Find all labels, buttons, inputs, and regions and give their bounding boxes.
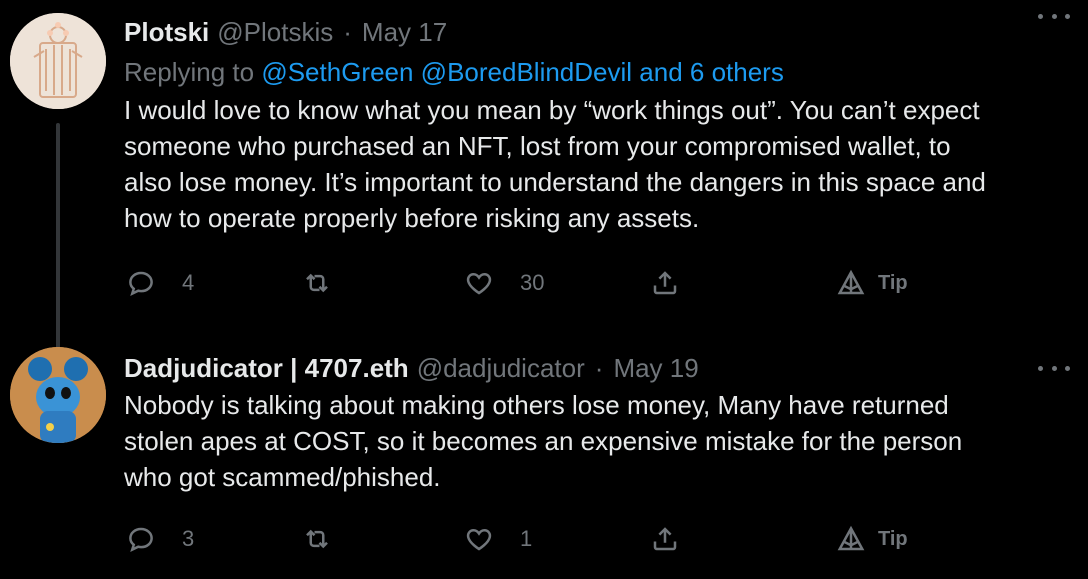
like-button[interactable]: 1 <box>464 524 532 554</box>
like-count: 30 <box>520 270 545 295</box>
tweet-date[interactable]: May 19 <box>613 350 698 386</box>
avatar-image <box>10 13 106 109</box>
retweet-button[interactable] <box>302 268 358 298</box>
like-button[interactable]: 30 <box>464 268 544 298</box>
display-name[interactable]: Dadjudicator | 4707.eth <box>124 350 409 386</box>
share-button[interactable] <box>650 268 680 298</box>
retweet-icon <box>306 529 328 549</box>
tweet-header: Dadjudicator | 4707.eth @dadjudicator · … <box>124 350 1068 386</box>
share-icon <box>653 271 677 295</box>
tip-icon <box>837 525 865 551</box>
separator: · <box>343 17 352 47</box>
more-icon[interactable] <box>1038 6 1070 26</box>
avatar[interactable] <box>10 13 106 109</box>
tweet-text: I would love to know what you mean by “w… <box>124 95 986 233</box>
retweet-button[interactable] <box>302 524 358 554</box>
replying-mentions-link[interactable]: @SethGreen @BoredBlindDevil and 6 others <box>261 57 784 87</box>
user-handle[interactable]: @Plotskis <box>217 14 333 50</box>
tweet[interactable]: Plotski @Plotskis · May 17 Replying to @… <box>0 0 1088 353</box>
tweet-actions: 4 30 Tip <box>124 268 924 308</box>
share-icon <box>653 527 677 551</box>
replying-to: Replying to @SethGreen @BoredBlindDevil … <box>124 54 1068 90</box>
tip-label: Tip <box>878 271 908 294</box>
tweet-header: Plotski @Plotskis · May 17 <box>124 14 1068 50</box>
replying-prefix: Replying to <box>124 57 262 87</box>
separator: · <box>594 353 604 383</box>
reply-button[interactable]: 4 <box>126 268 194 298</box>
avatar-image <box>10 347 106 443</box>
tweet-text: Nobody is talking about making others lo… <box>124 390 963 492</box>
like-icon <box>466 272 492 295</box>
reply-count: 4 <box>182 270 195 295</box>
tweet-content: Dadjudicator | 4707.eth @dadjudicator · … <box>124 350 1068 495</box>
tweet[interactable]: Dadjudicator | 4707.eth @dadjudicator · … <box>0 320 1088 579</box>
avatar[interactable] <box>10 347 106 443</box>
tweet-date[interactable]: May 17 <box>362 14 447 50</box>
tip-button[interactable]: Tip <box>836 268 908 298</box>
thread-line <box>56 123 60 353</box>
reply-icon <box>129 271 153 296</box>
tweet-content: Plotski @Plotskis · May 17 Replying to @… <box>124 14 1068 236</box>
share-button[interactable] <box>650 524 680 554</box>
tip-button[interactable]: Tip <box>836 524 908 554</box>
tip-label: Tip <box>878 527 908 550</box>
display-name[interactable]: Plotski <box>124 14 209 50</box>
user-handle[interactable]: @dadjudicator <box>417 350 585 386</box>
tip-icon <box>837 269 865 295</box>
reply-button[interactable]: 3 <box>126 524 194 554</box>
like-icon <box>466 528 492 551</box>
reply-icon <box>129 527 153 552</box>
tweet-actions: 3 1 Tip <box>124 524 924 564</box>
like-count: 1 <box>520 526 533 551</box>
retweet-icon <box>306 273 328 293</box>
reply-count: 3 <box>182 526 195 551</box>
more-icon[interactable] <box>1038 358 1070 378</box>
